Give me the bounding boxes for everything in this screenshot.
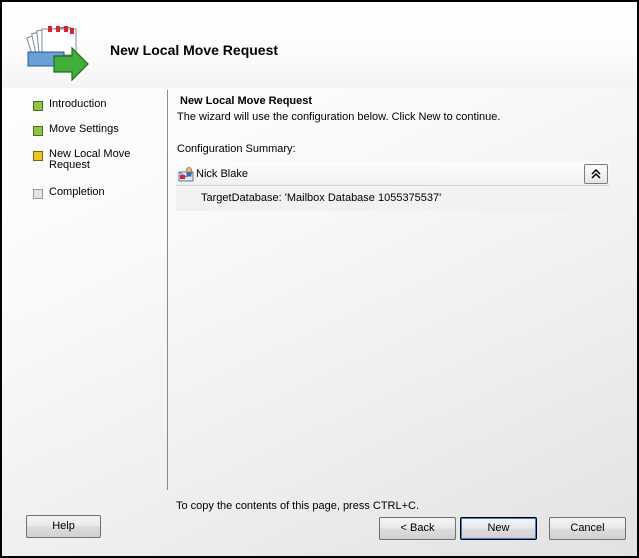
back-button[interactable]: < Back	[379, 517, 456, 540]
step-move-settings: Move Settings	[33, 124, 163, 136]
wizard-header: New Local Move Request	[2, 2, 637, 88]
page-description: The wizard will use the configuration be…	[177, 111, 501, 123]
copy-hint: To copy the contents of this page, press…	[176, 500, 420, 512]
summary-detail: TargetDatabase: 'Mailbox Database 105537…	[201, 192, 442, 204]
configuration-summary: Nick Blake TargetDatabase: 'Mailbox Data…	[176, 162, 610, 211]
collapse-button[interactable]	[584, 164, 608, 184]
step-new-local-move-request: New Local Move Request	[33, 149, 163, 171]
step-current-icon	[33, 151, 43, 161]
step-introduction: Introduction	[33, 99, 163, 111]
step-label: New Local Move Request	[49, 148, 131, 171]
wizard-window: New Local Move Request Introduction Move…	[1, 1, 638, 557]
summary-header: Nick Blake	[176, 162, 610, 186]
wizard-title: New Local Move Request	[110, 42, 279, 58]
summary-detail-row: TargetDatabase: 'Mailbox Database 105537…	[176, 187, 610, 211]
configuration-summary-label: Configuration Summary:	[177, 143, 296, 155]
page-title: New Local Move Request	[180, 95, 313, 107]
step-complete-icon	[33, 126, 43, 136]
step-label: Completion	[49, 186, 105, 198]
step-label: Introduction	[49, 98, 107, 110]
step-pending-icon	[33, 189, 43, 199]
step-complete-icon	[33, 101, 43, 111]
cancel-button[interactable]: Cancel	[549, 517, 626, 540]
move-mailbox-icon	[26, 26, 89, 82]
step-label: Move Settings	[49, 123, 119, 135]
step-completion: Completion	[33, 187, 163, 199]
summary-name: Nick Blake	[196, 168, 248, 180]
help-button[interactable]: Help	[26, 515, 101, 538]
pane-divider	[167, 90, 168, 490]
new-button[interactable]: New	[460, 517, 537, 540]
chevron-double-up-icon	[591, 169, 601, 179]
mailbox-user-icon	[178, 167, 194, 182]
